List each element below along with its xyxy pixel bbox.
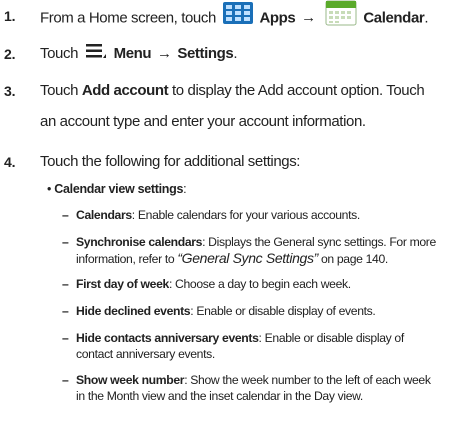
add-account-label: Add account [81, 82, 169, 99]
subitem-text: Hide contacts anniversary events: Enable… [76, 330, 404, 362]
subitem-line2: contact anniversary events. [76, 347, 215, 361]
subitem-term: Show week number [76, 373, 185, 387]
step-text: Touch Menu → Settings. [40, 38, 470, 70]
subitem-line2-post: on page 140. [317, 252, 388, 266]
dash-icon: – [62, 208, 69, 222]
step-number: 3. [4, 83, 16, 99]
step-3-text-cont: to display the Add account option. Touch [172, 82, 425, 99]
step-text: From a Home screen, touch Apps → Calenda… [40, 0, 470, 37]
arrow: → [156, 45, 172, 62]
subitem-term: Calendars [76, 208, 132, 222]
settings-label: Settings [177, 45, 234, 62]
dash-icon: – [62, 331, 69, 345]
subitem-term: Synchronise calendars [76, 235, 203, 249]
dash-icon: – [62, 277, 69, 291]
dash-icon: – [62, 304, 69, 318]
menu-label: Menu [113, 45, 152, 62]
step-3-text: Touch [40, 82, 79, 99]
dash-icon: – [62, 373, 69, 387]
arrow: → [301, 9, 316, 27]
subitem-text: First day of week: Choose a day to begin… [76, 276, 351, 292]
document-page: 1. From a Home screen, touch Apps → Cale… [0, 0, 472, 426]
subitem-desc: : Enable or disable display of [258, 331, 405, 345]
subitem-term: Hide contacts anniversary events [76, 331, 259, 345]
step-2-text: Touch [40, 45, 79, 62]
subitem-term: Hide declined events [76, 304, 191, 318]
subitem-desc: : Enable calendars for your various acco… [131, 208, 360, 222]
step-text: Touch Add account to display the Add acc… [40, 75, 470, 137]
step-number: 4. [4, 154, 16, 170]
subitem-text: Show week number: Show the week number t… [76, 372, 431, 404]
step-text: Touch the following for additional setti… [40, 153, 301, 170]
step-number: 1. [4, 8, 16, 24]
calendar-icon [325, 0, 357, 37]
bullet-label: Calendar view settings [54, 182, 184, 196]
subitem-text: Calendars: Enable calendars for your var… [76, 207, 360, 223]
menu-icon [85, 39, 107, 70]
period: . [424, 9, 429, 27]
subitem-desc: : Show the week number to the left of ea… [184, 373, 431, 387]
subitem-desc: : Displays the General sync settings. Fo… [202, 235, 436, 249]
subitem-text: Hide declined events: Enable or disable … [76, 303, 376, 319]
period: . [233, 45, 238, 62]
step-1-text: From a Home screen, touch [40, 9, 216, 27]
general-sync-settings-link[interactable]: “General Sync Settings” [177, 250, 318, 266]
apps-grid-icon [222, 2, 253, 35]
calendar-label: Calendar [363, 9, 425, 27]
bullet-icon: • [47, 182, 52, 196]
step-number: 2. [4, 46, 16, 62]
bullet-calendar-view-settings: • Calendar view settings: [47, 182, 187, 196]
subitem-line2: in the Month view and the inset calendar… [76, 389, 363, 403]
subitem-desc: : Enable or disable display of events. [190, 304, 376, 318]
subitem-desc: : Choose a day to begin each week. [168, 277, 351, 291]
step-3-text-line2: an account type and enter your account i… [40, 113, 366, 130]
colon: : [183, 182, 187, 196]
subitem-text: Synchronise calendars: Displays the Gene… [76, 234, 436, 267]
subitem-line2-pre: information, refer to [76, 252, 178, 266]
dash-icon: – [62, 235, 69, 249]
subitem-term: First day of week [76, 277, 169, 291]
apps-label: Apps [259, 9, 296, 27]
